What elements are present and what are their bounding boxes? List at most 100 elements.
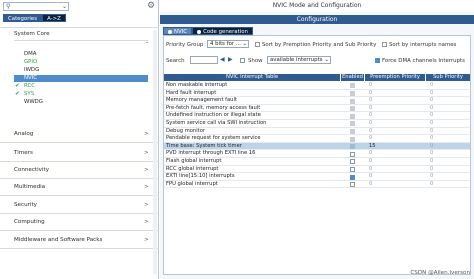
sort-interrupts-checkbox[interactable] bbox=[382, 42, 387, 47]
preemption-priority[interactable]: 0 bbox=[369, 105, 409, 113]
sidebar-item-wwdg[interactable]: WWDG bbox=[14, 99, 148, 106]
gear-icon[interactable]: ⚙ bbox=[147, 1, 157, 11]
sub-priority[interactable]: 0 bbox=[430, 143, 460, 151]
sidebar-item-nvic[interactable]: NVIC bbox=[14, 75, 148, 82]
preemption-priority[interactable]: 15 bbox=[369, 143, 409, 151]
tab-nvic[interactable]: NVIC bbox=[163, 27, 193, 35]
enabled-checkbox[interactable] bbox=[350, 144, 355, 150]
sub-priority[interactable]: 0 bbox=[430, 135, 460, 143]
tab-categories[interactable]: Categories bbox=[3, 14, 43, 22]
preemption-priority[interactable]: 0 bbox=[369, 82, 409, 90]
search-previous-icon[interactable]: ◀ bbox=[220, 56, 225, 63]
table-row[interactable]: Pendable request for system service 0 0 bbox=[164, 135, 470, 143]
sort-preemption-label: Sort by Premption Priority and Sub Prior… bbox=[262, 42, 377, 48]
sort-icon[interactable]: ⌄ bbox=[145, 39, 149, 45]
sidebar-item-label: RCC bbox=[24, 83, 36, 89]
preemption-priority[interactable]: 0 bbox=[369, 112, 409, 120]
search-combobox[interactable]: ⚲ ⌄ bbox=[3, 2, 69, 11]
chevron-right-icon: > bbox=[144, 219, 149, 225]
table-row[interactable]: Non maskable interrupt 0 0 bbox=[164, 82, 470, 90]
table-row[interactable]: Flash global interrupt 0 0 bbox=[164, 158, 470, 166]
table-row[interactable]: Time base: System tick timer 15 0 bbox=[164, 142, 470, 151]
table-row[interactable]: System service call via SWI instruction 0… bbox=[164, 120, 470, 128]
right-panel: NVIC Mode and Configuration Configuratio… bbox=[160, 0, 474, 279]
config-tabs: NVIC Code generation bbox=[163, 27, 253, 35]
sidebar-item-gpio[interactable]: GPIO bbox=[14, 59, 148, 66]
sidebar-item-rcc[interactable]: ✔ RCC bbox=[14, 83, 148, 90]
divider bbox=[0, 230, 159, 231]
sub-priority[interactable]: 0 bbox=[430, 112, 460, 120]
table-row[interactable]: RCC global interrupt 0 0 bbox=[164, 166, 470, 174]
column-header-name[interactable]: NVIC Interrupt Table bbox=[164, 74, 340, 81]
enabled-checkbox[interactable] bbox=[350, 166, 355, 172]
category-label: Connectivity bbox=[14, 167, 50, 173]
column-header-enabled[interactable]: Enabled bbox=[341, 74, 364, 81]
enabled-checkbox bbox=[350, 128, 355, 134]
column-header-sub-priority[interactable]: Sub Priority bbox=[426, 74, 470, 81]
category-timers[interactable]: Timers > bbox=[14, 150, 154, 156]
sub-priority[interactable]: 0 bbox=[430, 90, 460, 98]
sort-preemption-checkbox[interactable] bbox=[255, 42, 260, 47]
category-security[interactable]: Security > bbox=[14, 202, 154, 208]
sub-priority[interactable]: 0 bbox=[430, 120, 460, 128]
category-middleware-and-software-packs[interactable]: Middleware and Software Packs > bbox=[14, 237, 154, 243]
table-row[interactable]: Memory management fault 0 0 bbox=[164, 97, 470, 105]
preemption-priority[interactable]: 0 bbox=[369, 166, 409, 174]
sidebar-item-sys[interactable]: ✔ SYS bbox=[14, 91, 148, 98]
sub-priority[interactable]: 0 bbox=[430, 181, 460, 189]
table-row[interactable]: Pre-fetch fault, memory access fault 0 0 bbox=[164, 105, 470, 113]
category-computing[interactable]: Computing > bbox=[14, 219, 154, 225]
preemption-priority[interactable]: 0 bbox=[369, 158, 409, 166]
search-next-icon[interactable]: ▶ bbox=[228, 56, 233, 63]
enabled-checkbox[interactable] bbox=[350, 159, 355, 165]
show-select[interactable]: available interrupts ⌄ bbox=[267, 56, 331, 64]
preemption-priority[interactable]: 0 bbox=[369, 120, 409, 128]
category-label: Multimedia bbox=[14, 184, 46, 190]
priority-group-value: 4 bits for ... bbox=[210, 41, 241, 47]
enabled-checkbox bbox=[350, 113, 355, 119]
divider bbox=[0, 142, 159, 143]
sidebar-item-iwdg[interactable]: IWDG bbox=[14, 67, 148, 74]
category-multimedia[interactable]: Multimedia > bbox=[14, 184, 154, 190]
sub-priority[interactable]: 0 bbox=[430, 128, 460, 136]
preemption-priority[interactable]: 0 bbox=[369, 181, 409, 189]
tab-a-z[interactable]: A->Z bbox=[42, 14, 66, 22]
show-checkbox[interactable] bbox=[240, 58, 245, 63]
interrupt-name: Hard fault interrupt bbox=[166, 89, 217, 96]
chevron-right-icon: > bbox=[144, 184, 149, 190]
table-row[interactable]: Hard fault interrupt 0 0 bbox=[164, 90, 470, 98]
tab-code-generation[interactable]: Code generation bbox=[192, 27, 253, 35]
sub-priority[interactable]: 0 bbox=[430, 82, 460, 90]
sub-priority[interactable]: 0 bbox=[430, 173, 460, 181]
preemption-priority[interactable]: 0 bbox=[369, 173, 409, 181]
preemption-priority[interactable]: 0 bbox=[369, 97, 409, 105]
sub-priority[interactable]: 0 bbox=[430, 105, 460, 113]
search-input[interactable] bbox=[190, 56, 218, 64]
category-connectivity[interactable]: Connectivity > bbox=[14, 167, 154, 173]
preemption-priority[interactable]: 0 bbox=[369, 90, 409, 98]
chevron-right-icon: > bbox=[144, 237, 149, 243]
preemption-priority[interactable]: 0 bbox=[369, 135, 409, 143]
table-row[interactable]: EXTI line[15:10] interrupts 0 0 bbox=[164, 173, 470, 181]
table-row[interactable]: Debug monitor 0 0 bbox=[164, 128, 470, 136]
preemption-priority[interactable]: 0 bbox=[369, 150, 409, 158]
table-row[interactable]: FPU global interrupt 0 0 bbox=[164, 181, 470, 189]
sidebar-item-dma[interactable]: DMA bbox=[14, 51, 148, 58]
force-dma-checkbox[interactable] bbox=[375, 58, 380, 63]
enabled-checkbox[interactable] bbox=[350, 151, 355, 157]
category-system-core[interactable]: System Core bbox=[14, 31, 50, 37]
sub-priority[interactable]: 0 bbox=[430, 97, 460, 105]
enabled-checkbox[interactable] bbox=[350, 174, 355, 180]
priority-group-select[interactable]: 4 bits for ... ⌄ bbox=[207, 40, 249, 48]
chevron-down-icon[interactable]: ⌄ bbox=[62, 3, 67, 10]
column-header-preemption[interactable]: Preemption Priority bbox=[365, 74, 425, 81]
table-row[interactable]: PVD interrupt through EXTI line 16 0 0 bbox=[164, 150, 470, 158]
sub-priority[interactable]: 0 bbox=[430, 166, 460, 174]
preemption-priority[interactable]: 0 bbox=[369, 128, 409, 136]
sub-priority[interactable]: 0 bbox=[430, 150, 460, 158]
category-analog[interactable]: Analog > bbox=[14, 131, 154, 137]
table-row[interactable]: Undefined instruction or illegal state 0 0 bbox=[164, 112, 470, 120]
enabled-checkbox[interactable] bbox=[350, 182, 355, 188]
sub-priority[interactable]: 0 bbox=[430, 158, 460, 166]
scrollbar[interactable] bbox=[153, 30, 157, 274]
